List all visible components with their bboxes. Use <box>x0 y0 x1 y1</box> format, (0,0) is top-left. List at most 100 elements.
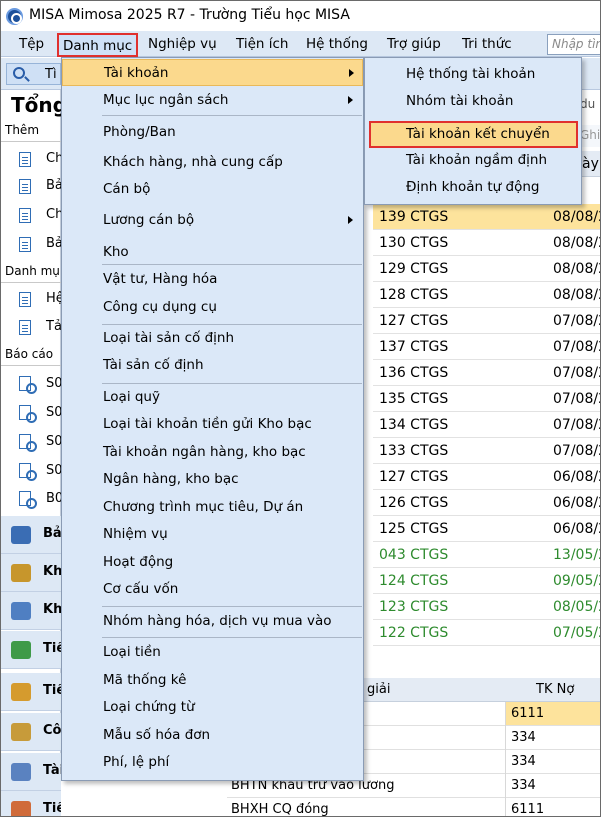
menu-item[interactable]: Chương trình mục tiêu, Dự án <box>62 494 363 521</box>
sidebar-title: Tổng <box>11 93 67 117</box>
menu-item[interactable]: Khách hàng, nhà cung cấp <box>62 149 363 176</box>
table-row[interactable]: 125 CTGS 06/08/2 <box>373 516 600 542</box>
menu-tri-thuc[interactable]: Tri thức <box>462 36 512 52</box>
menu-item[interactable]: Tài sản cố định <box>62 352 363 379</box>
menu-item[interactable]: Công cụ dụng cụ <box>62 294 363 321</box>
table-row[interactable]: 129 CTGS 08/08/2 <box>373 256 600 282</box>
voucher-date: 09/05/2 <box>553 573 600 589</box>
table-row[interactable]: 135 CTGS 07/08/2 <box>373 386 600 412</box>
menu-item[interactable]: Hoạt động <box>62 549 363 576</box>
voucher-date: 08/05/2 <box>553 599 600 615</box>
voucher-number: 133 CTGS <box>379 443 449 459</box>
menu-item[interactable]: Kho <box>62 239 363 266</box>
menu-danh-muc[interactable]: Danh mục <box>57 33 139 57</box>
nav-tien-gui[interactable]: Tiề <box>1 673 65 711</box>
nav-bang[interactable]: Bả <box>1 516 62 554</box>
sidebar-report-item[interactable]: S0 <box>19 434 63 452</box>
toolbar-search-button[interactable]: Tì <box>6 63 61 85</box>
menu-tro-giup[interactable]: Trợ giúp <box>387 36 441 52</box>
table-row[interactable]: BHXH CQ đóng 6111 <box>227 798 600 817</box>
menu-item[interactable]: Mã thống kê <box>62 667 363 694</box>
menu-item[interactable]: Vật tư, Hàng hóa <box>62 266 363 293</box>
report-icon <box>19 405 37 423</box>
table-row[interactable]: 043 CTGS 13/05/2 <box>373 542 600 568</box>
filter-box[interactable]: Ghi <box>580 125 600 147</box>
sidebar-danhmuc-item[interactable]: Hệ <box>19 291 64 309</box>
search-input[interactable]: Nhập tìn <box>547 34 600 55</box>
misa-logo-icon <box>6 8 23 25</box>
divider <box>505 798 506 816</box>
table-row[interactable]: 134 CTGS 07/08/2 <box>373 412 600 438</box>
nav-tai-san[interactable]: Tài sản cố định <box>1 753 152 791</box>
asset-icon <box>11 763 31 781</box>
voucher-number: 139 CTGS <box>379 209 449 225</box>
submenu-item[interactable]: Tài khoản ngầm định <box>365 147 581 174</box>
sidebar-danhmuc-item[interactable]: Tả <box>19 319 62 337</box>
table-row[interactable]: 136 CTGS 07/08/2 <box>373 360 600 386</box>
table-row[interactable]: 122 CTGS 07/05/2 <box>373 620 600 646</box>
menu-item[interactable]: Lương cán bộ <box>62 207 363 234</box>
table-row[interactable]: 133 CTGS 07/08/2 <box>373 438 600 464</box>
table-row[interactable]: 127 CTGS 07/08/2 <box>373 308 600 334</box>
voucher-date: 08/08/2 <box>553 287 600 303</box>
nav-tien-mat[interactable]: Tiề <box>1 631 65 669</box>
sidebar-them-item[interactable]: Ch <box>19 151 63 169</box>
submenu-item[interactable]: Tài khoản kết chuyển <box>369 121 578 148</box>
menu-tien-ich[interactable]: Tiện ích <box>236 36 288 52</box>
detail-tk-no: 6111 <box>511 802 545 817</box>
table-row[interactable]: 127 CTGS 06/08/2 <box>373 464 600 490</box>
report-icon <box>19 376 37 394</box>
menu-he-thong[interactable]: Hệ thống <box>306 36 368 52</box>
nav-tien-luong[interactable]: Tiền lương <box>1 791 120 816</box>
sidebar-them-item[interactable]: Bả <box>19 178 63 196</box>
chevron-right-icon <box>349 69 354 77</box>
menu-item[interactable]: Tài khoản ngân hàng, kho bạc <box>62 439 363 466</box>
submenu-item[interactable]: Hệ thống tài khoản <box>365 61 581 88</box>
submenu-item[interactable]: Định khoản tự động <box>365 174 581 201</box>
menu-item[interactable]: Loại tài khoản tiền gửi Kho bạc <box>62 411 363 438</box>
menu-nghiep-vu[interactable]: Nghiệp vụ <box>148 36 217 52</box>
sidebar-report-item[interactable]: B0 <box>19 491 63 509</box>
nav-cong-cu[interactable]: Côn <box>1 713 71 751</box>
sidebar-report-item[interactable]: S0 <box>19 376 63 394</box>
menu-item[interactable]: Tài khoản <box>62 59 363 86</box>
nav-kho[interactable]: Kh <box>1 592 62 630</box>
sidebar-report-item[interactable]: S0 <box>19 405 63 423</box>
sidebar-report-item[interactable]: S0 <box>19 463 63 481</box>
menu-separator <box>102 115 362 116</box>
danh-muc-menu: Tài khoản Mục lục ngân sách Phòng/Ban Khách… <box>61 57 364 781</box>
menu-item[interactable]: Phòng/Ban <box>62 119 363 146</box>
table-row[interactable]: 128 CTGS 08/08/2 <box>373 282 600 308</box>
menu-item[interactable]: Ngân hàng, kho bạc <box>62 466 363 493</box>
menu-separator <box>102 606 362 607</box>
table-row[interactable]: 126 CTGS 06/08/2 <box>373 490 600 516</box>
voucher-date: 06/08/2 <box>553 521 600 537</box>
submenu-item[interactable]: Nhóm tài khoản <box>365 88 581 115</box>
sidebar-them-item[interactable]: Ch <box>19 207 63 225</box>
menu-item[interactable]: Loại chứng từ <box>62 694 363 721</box>
menu-item[interactable]: Cán bộ <box>62 176 363 203</box>
menu-item[interactable]: Loại tài sản cố định <box>62 325 363 352</box>
table-row[interactable]: 139 CTGS 08/08/2 <box>373 204 600 230</box>
menu-item[interactable]: Nhiệm vụ <box>62 521 363 548</box>
nav-kho-bac[interactable]: Kh <box>1 554 62 592</box>
menu-item[interactable]: Mục lục ngân sách <box>62 87 363 114</box>
table-row[interactable]: 137 CTGS 07/08/2 <box>373 334 600 360</box>
table-row[interactable]: 130 CTGS 08/08/2 <box>373 230 600 256</box>
sidebar-them-item[interactable]: Bả <box>19 236 63 254</box>
menu-tep[interactable]: Tệp <box>19 36 44 52</box>
chevron-right-icon <box>348 216 353 224</box>
table-row[interactable]: 123 CTGS 08/05/2 <box>373 594 600 620</box>
menu-item[interactable]: Nhóm hàng hóa, dịch vụ mua vào <box>62 608 363 635</box>
voucher-date: 07/08/2 <box>553 391 600 407</box>
document-icon <box>19 208 31 223</box>
detail-tk-no: 334 <box>511 754 536 769</box>
voucher-date: 08/08/2 <box>553 209 600 225</box>
menu-item[interactable]: Cơ cấu vốn <box>62 576 363 603</box>
menu-item[interactable]: Mẫu số hóa đơn <box>62 722 363 749</box>
menu-item[interactable]: Loại quỹ <box>62 384 363 411</box>
menu-item[interactable]: Loại tiền <box>62 639 363 666</box>
table-row[interactable]: 124 CTGS 09/05/2 <box>373 568 600 594</box>
menu-separator <box>102 383 362 384</box>
menu-item[interactable]: Phí, lệ phí <box>62 749 363 776</box>
